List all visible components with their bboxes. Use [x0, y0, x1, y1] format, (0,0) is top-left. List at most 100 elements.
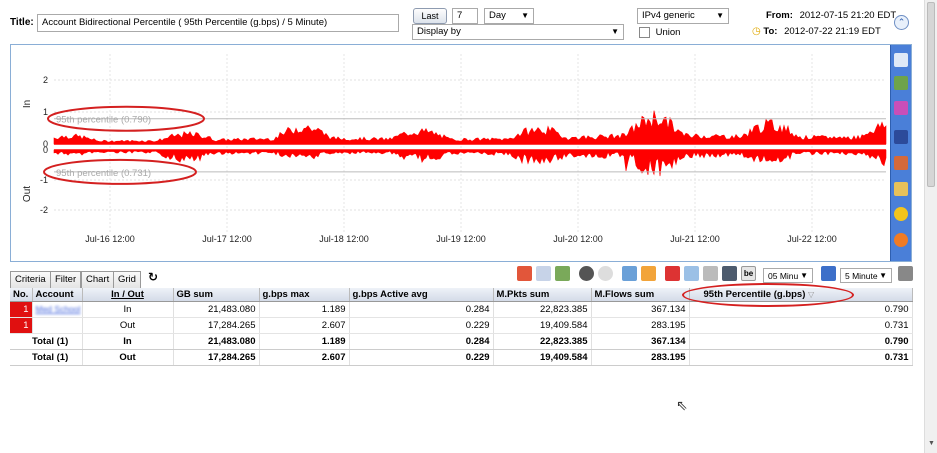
col-gb-sum[interactable]: GB sum [173, 288, 260, 302]
scrollbar-thumb[interactable] [927, 2, 935, 187]
mpkts-cell: 22,823.385 [493, 333, 592, 350]
from-date: From: 2012-07-15 21:20 EDT [766, 10, 896, 21]
3d-area-chart-icon[interactable] [894, 101, 908, 115]
3d-pie-chart-icon[interactable] [894, 233, 908, 247]
chevron-down-icon: ▼ [611, 27, 619, 36]
export-icon[interactable] [555, 266, 570, 281]
union-option[interactable]: Union [639, 27, 680, 38]
highlight-ellipse [682, 283, 854, 307]
line-chart-icon[interactable] [894, 53, 908, 67]
account-link[interactable]: Med School [32, 301, 83, 318]
x-tick-label: Jul-19 12:00 [436, 234, 486, 244]
page-scrollbar[interactable]: ▼ [924, 0, 937, 453]
mpkts-cell: 22,823.385 [493, 301, 592, 318]
period-unit-value: Day [489, 10, 506, 21]
y-tick-label: 0 [43, 145, 48, 155]
to-value: 2012-07-22 21:19 EDT [784, 26, 881, 37]
col-in-out[interactable]: In / Out [82, 288, 174, 302]
interval-select[interactable]: 5 Minute ▼ [840, 268, 892, 283]
scroll-down-icon[interactable]: ▼ [928, 440, 935, 447]
filter-icon[interactable] [641, 266, 656, 281]
y-tick-label: 2 [43, 75, 48, 85]
pie-chart-icon[interactable] [894, 207, 908, 221]
x-tick-label: Jul-16 12:00 [85, 234, 135, 244]
tab-criteria[interactable]: Criteria [10, 271, 51, 288]
last-button[interactable]: Last [413, 8, 447, 24]
col-no[interactable]: No. [10, 288, 33, 302]
gb-sum-cell: 17,284.265 [173, 317, 260, 334]
gbps-max-cell: 2.607 [259, 349, 350, 366]
collapse-header-icon[interactable]: ⌃ [894, 15, 909, 30]
tab-chart[interactable]: Chart [81, 271, 115, 288]
title-label: Title: [10, 17, 34, 28]
chevron-down-icon: ▼ [521, 11, 529, 20]
sum-icon[interactable] [622, 266, 637, 281]
x-tick-label: Jul-17 12:00 [202, 234, 252, 244]
gbps-avg-cell: 0.229 [349, 317, 494, 334]
text-size-icon[interactable]: be [741, 266, 756, 281]
resolution-value: 05 Minu [768, 271, 799, 281]
total-label: Total (1) [10, 349, 83, 366]
total-row: Total (1) In 21,483.080 1.189 0.284 22,8… [10, 333, 913, 350]
options-icon[interactable] [579, 266, 594, 281]
direction-cell: Out [82, 317, 174, 334]
col-mflows-sum[interactable]: M.Flows sum [591, 288, 690, 302]
last-count-input[interactable]: 7 [452, 8, 478, 24]
ip-version-select[interactable]: IPv4 generic ▼ [637, 8, 729, 24]
mpkts-cell: 19,409.584 [493, 349, 592, 366]
apply-interval-icon[interactable] [821, 266, 836, 281]
tab-grid[interactable]: Grid [113, 271, 141, 288]
help-icon[interactable] [598, 266, 613, 281]
display-by-select[interactable]: Display by ▼ [412, 24, 624, 40]
col-account[interactable]: Account [32, 288, 83, 302]
columns-icon[interactable] [536, 266, 551, 281]
display-by-value: Display by [417, 26, 461, 37]
y-tick-label: 1 [43, 107, 48, 117]
chevron-down-icon: ▼ [879, 271, 887, 280]
from-value: 2012-07-15 21:20 EDT [799, 10, 897, 21]
direction-cell: In [82, 301, 174, 318]
from-label: From: [766, 10, 793, 21]
chevron-down-icon: ▼ [716, 11, 724, 20]
gbps-max-cell: 1.189 [259, 333, 350, 350]
refresh-icon[interactable]: ↻ [148, 270, 158, 284]
resolution-select[interactable]: 05 Minu ▼ [763, 268, 813, 283]
area-chart-icon[interactable] [894, 76, 908, 90]
account-name[interactable]: Med School [36, 304, 81, 314]
union-label: Union [655, 27, 681, 39]
col-gbps-max[interactable]: g.bps max [259, 288, 350, 302]
to-label: To: [763, 26, 778, 37]
tab-filter[interactable]: Filter [50, 271, 82, 288]
3d-bar-chart-icon[interactable] [894, 156, 908, 170]
tools-icon[interactable] [703, 266, 718, 281]
chevron-down-icon: ▼ [800, 271, 808, 280]
percentile-in-label: 95th percentile (0.790) [56, 115, 151, 126]
col-mpkts-sum[interactable]: M.Pkts sum [493, 288, 592, 302]
gbps-avg-cell: 0.229 [349, 349, 494, 366]
report-icon[interactable] [722, 266, 737, 281]
pct95-cell: 0.731 [689, 349, 913, 366]
map-icon[interactable] [684, 266, 699, 281]
x-tick-label: Jul-20 12:00 [553, 234, 603, 244]
pct95-cell: 0.731 [689, 317, 913, 334]
direction-cell: Out [82, 349, 174, 366]
bar-chart-icon[interactable] [894, 130, 908, 144]
union-checkbox[interactable] [639, 27, 650, 38]
print-icon[interactable] [898, 266, 913, 281]
mpkts-cell: 19,409.584 [493, 317, 592, 334]
title-input[interactable]: Account Bidirectional Percentile ( 95th … [37, 14, 399, 32]
stacked-bar-icon[interactable] [894, 182, 908, 196]
gbps-max-cell: 2.607 [259, 317, 350, 334]
direction-cell: In [82, 333, 174, 350]
chart-type-toolbar [890, 45, 911, 261]
table-row[interactable]: 1 Out 17,284.265 2.607 0.229 19,409.584 … [10, 317, 913, 334]
y-tick-label: -1 [40, 175, 48, 185]
grid-layout-icon[interactable] [517, 266, 532, 281]
account-cell [32, 317, 83, 334]
pct95-cell: 0.790 [689, 333, 913, 350]
flag-icon[interactable] [665, 266, 680, 281]
period-unit-select[interactable]: Day ▼ [484, 8, 534, 24]
mouse-cursor-icon: ⇖ [676, 397, 688, 413]
col-gbps-active-avg[interactable]: g.bps Active avg [349, 288, 494, 302]
x-tick-label: Jul-21 12:00 [670, 234, 720, 244]
